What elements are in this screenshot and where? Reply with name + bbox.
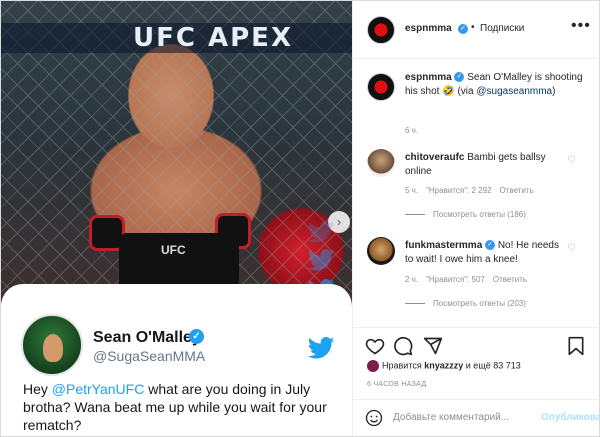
comment-username[interactable]: chitoveraufc: [405, 152, 464, 163]
comment-meta: 5 ч. "Нравится": 2 292 Ответить: [405, 186, 534, 195]
bookmark-icon[interactable]: [567, 336, 585, 356]
caption-username[interactable]: espnmma: [405, 72, 452, 83]
post-media[interactable]: UFC APEX UFC › Sean O'Malley ✓ @SugaSean…: [1, 1, 352, 436]
verified-icon: ✓: [454, 72, 465, 83]
comment-likes-count[interactable]: "Нравится": 507: [426, 275, 485, 284]
tweet-text: Hey @PetrYanUFC what are you doing in Ju…: [23, 381, 327, 433]
comment-likes-count[interactable]: "Нравится": 2 292: [426, 186, 491, 195]
shorts-logo: UFC: [161, 243, 186, 257]
post-side-panel: espnmma ✓ • Подписки ••• espnmma ✓ Sean …: [352, 1, 600, 436]
caption-text: espnmma ✓ Sean O'Malley is shooting his …: [405, 72, 583, 97]
verified-icon: ✓: [458, 24, 468, 34]
comment-text: chitoveraufc Bambi gets ballsy online: [405, 152, 546, 177]
post-time: 6 ЧАСОВ НАЗАД: [367, 381, 427, 388]
tweet-avatar: [21, 314, 83, 376]
liker-username[interactable]: knyazzzy: [424, 360, 463, 370]
twitter-bird-icon: [307, 337, 335, 359]
caption-mention[interactable]: @sugaseanmma: [476, 86, 552, 97]
arena-banner-text: UFC APEX: [133, 23, 293, 53]
comment-input[interactable]: Добавьте комментарий...: [393, 412, 509, 423]
caption-time: 6 ч.: [405, 126, 419, 135]
verified-icon: ✓: [189, 329, 204, 344]
heart-icon[interactable]: [365, 336, 385, 356]
comment-text: funkmastermma ✓ No! He needs to wait! I …: [405, 240, 559, 265]
comment-reply-button[interactable]: Ответить: [493, 275, 527, 284]
comment-like-icon[interactable]: ♡: [567, 155, 576, 166]
share-icon[interactable]: [423, 336, 443, 356]
tweet-author-name: Sean O'Malley: [93, 329, 201, 346]
tweet-author-handle: @SugaSeanMMA: [93, 348, 206, 364]
add-comment-bar: Добавьте комментарий... Опубликовать: [353, 399, 600, 436]
following-button[interactable]: Подписки: [480, 23, 524, 34]
post-header: espnmma ✓ • Подписки •••: [353, 1, 600, 59]
publish-button[interactable]: Опубликовать: [541, 412, 600, 423]
more-options-icon[interactable]: •••: [571, 17, 591, 35]
comment-icon[interactable]: [393, 336, 413, 356]
tweet-mention: @PetrYanUFC: [51, 381, 145, 397]
comment-avatar[interactable]: [367, 237, 395, 265]
comment-username[interactable]: funkmastermma: [405, 240, 482, 251]
author-avatar[interactable]: [367, 16, 395, 44]
comments-list: espnmma ✓ Sean O'Malley is shooting his …: [353, 59, 600, 327]
view-replies-button[interactable]: Посмотреть ответы (186): [405, 210, 526, 219]
tweet-card: Sean O'Malley ✓ @SugaSeanMMA Hey @PetrYa…: [1, 284, 352, 436]
comment-meta: 2 ч. "Нравится": 507 Ответить: [405, 275, 528, 284]
comment-like-icon[interactable]: ♡: [567, 243, 576, 254]
verified-icon: ✓: [485, 240, 496, 251]
comment-reply-button[interactable]: Ответить: [500, 186, 534, 195]
author-username[interactable]: espnmma: [405, 23, 452, 34]
liker-avatar: [367, 360, 379, 372]
comment-avatar[interactable]: [367, 149, 395, 177]
view-replies-button[interactable]: Посмотреть ответы (203): [405, 299, 526, 308]
twitter-bird-icon: [307, 221, 335, 243]
caption-avatar[interactable]: [367, 73, 395, 101]
separator-dot: •: [471, 22, 475, 33]
emoji-icon[interactable]: [365, 409, 383, 427]
twitter-bird-icon: [307, 249, 335, 271]
likes-summary[interactable]: Нравится knyazzzy и ещё 83 713: [367, 360, 521, 372]
